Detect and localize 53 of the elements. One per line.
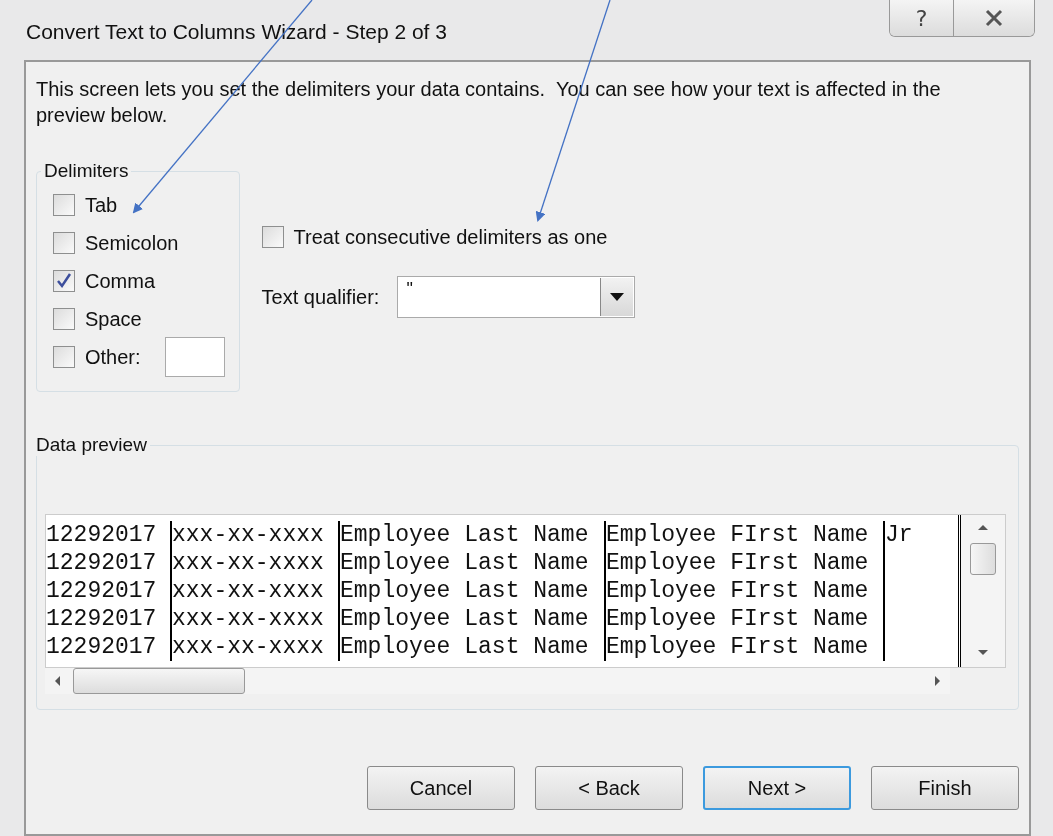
table-cell: 12292017 — [46, 606, 157, 632]
group-title: Delimiters — [43, 160, 130, 182]
table-cell: 12292017 — [46, 578, 157, 604]
table-cell: Employee Last Name — [340, 634, 589, 660]
checkbox[interactable] — [53, 346, 75, 368]
checkbox[interactable] — [53, 194, 75, 216]
dialog-button[interactable]: Finish — [871, 766, 1019, 810]
checkbox-label[interactable]: Tab — [85, 193, 118, 217]
group-title: Data preview — [35, 434, 148, 456]
dialog-button[interactable]: < Back — [535, 766, 683, 810]
table-cell: 12292017 — [46, 634, 157, 660]
checkbox-label[interactable]: Other: — [85, 345, 141, 369]
scroll-left-icon[interactable] — [53, 675, 61, 687]
close-button[interactable] — [954, 0, 1034, 36]
scroll-thumb[interactable] — [73, 668, 245, 694]
scroll-down-icon[interactable] — [977, 649, 989, 657]
horizontal-scrollbar[interactable] — [45, 668, 950, 694]
table-cell: Employee Last Name — [340, 606, 589, 632]
table-cell: xxx-xx-xxxx — [172, 578, 324, 604]
dialog-button[interactable]: Cancel — [367, 766, 515, 810]
table-cell: xxx-xx-xxxx — [172, 550, 324, 576]
checkbox-label[interactable]: Treat consecutive delimiters as one — [293, 225, 608, 249]
table-cell: xxx-xx-xxxx — [172, 606, 324, 632]
table-cell: Employee FIrst Name — [606, 550, 869, 576]
checkbox[interactable] — [53, 232, 75, 254]
scroll-thumb[interactable] — [970, 543, 996, 575]
table-cell: Employee Last Name — [340, 550, 589, 576]
table-cell: Employee FIrst Name — [606, 578, 869, 604]
table-cell: 12292017 — [46, 550, 157, 576]
table-cell: Employee FIrst Name — [606, 522, 869, 548]
table-cell: Employee Last Name — [340, 522, 589, 548]
checkbox[interactable] — [53, 308, 75, 330]
table-cell: Jr — [885, 522, 913, 548]
checkbox[interactable] — [53, 270, 75, 292]
vertical-scrollbar[interactable] — [961, 515, 1005, 667]
field-label: Text qualifier: — [261, 285, 380, 309]
table-cell: 12292017 — [46, 522, 157, 548]
scroll-right-icon[interactable] — [934, 675, 942, 687]
table-cell: xxx-xx-xxxx — [172, 522, 324, 548]
checkbox-label[interactable]: Space — [85, 307, 142, 331]
checkbox[interactable] — [261, 226, 284, 248]
table-cell: Employee Last Name — [340, 578, 589, 604]
help-button[interactable]: ? — [890, 0, 954, 36]
scroll-up-icon[interactable] — [977, 523, 989, 531]
text-qualifier-dropdown[interactable]: " — [397, 276, 636, 318]
table-cell: xxx-xx-xxxx — [172, 634, 324, 660]
checkbox-label[interactable]: Comma — [85, 269, 155, 293]
table-cell: Employee FIrst Name — [606, 606, 869, 632]
checkbox-label[interactable]: Semicolon — [85, 231, 179, 255]
other-delimiter-field[interactable] — [164, 337, 225, 377]
table-cell: Employee FIrst Name — [606, 634, 869, 660]
close-icon — [984, 9, 1004, 27]
dialog-button[interactable]: Next > — [703, 766, 851, 810]
